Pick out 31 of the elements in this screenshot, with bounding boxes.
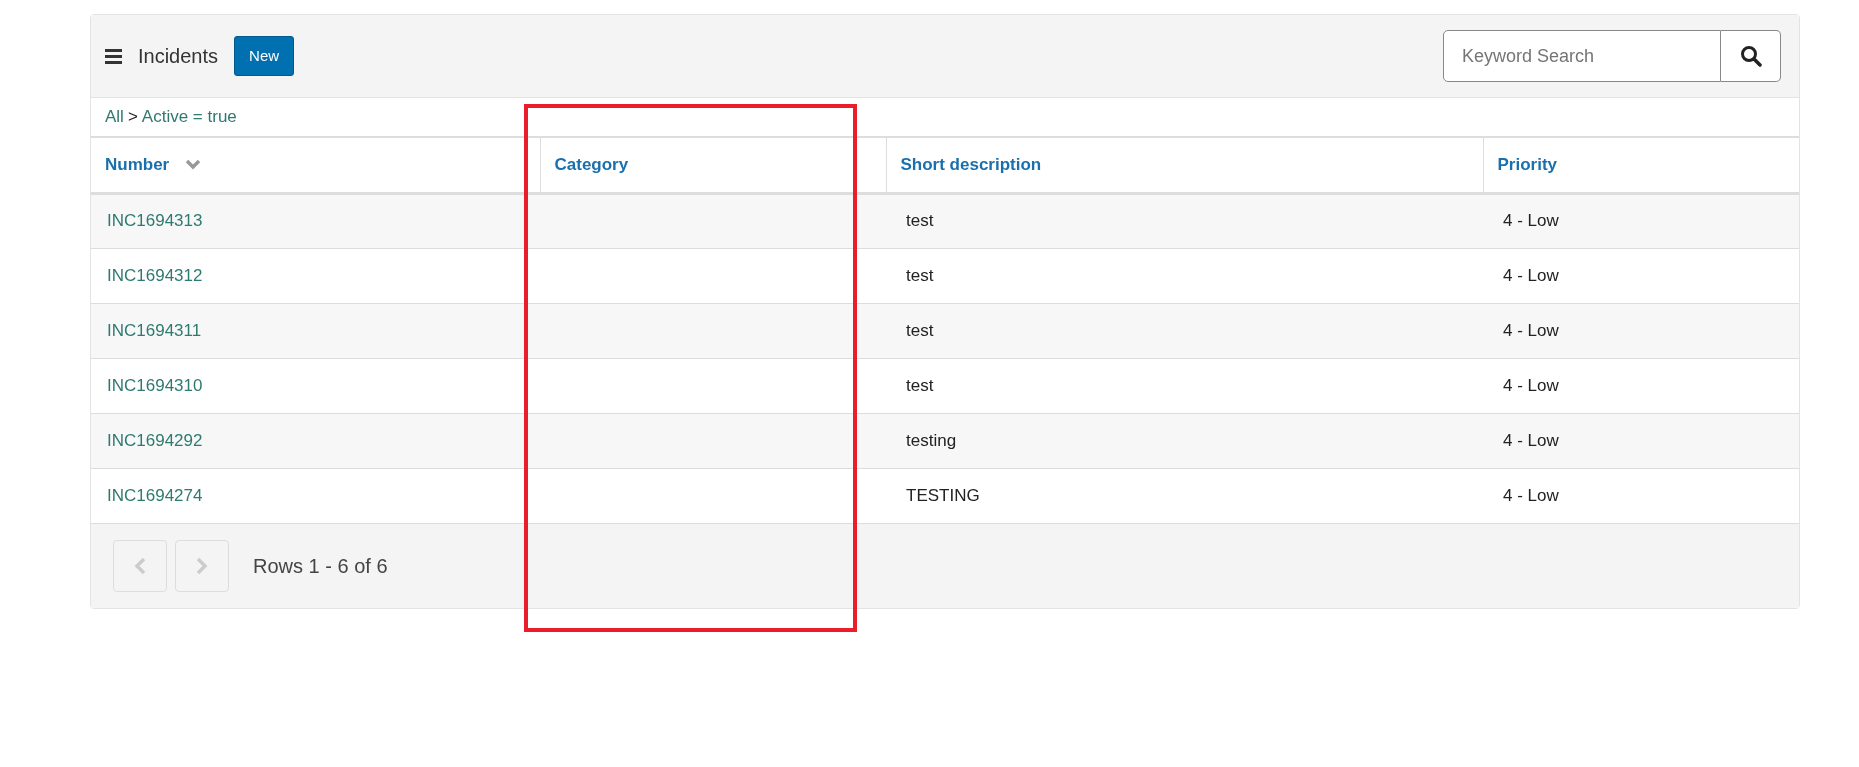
table-cell: 4 - Low bbox=[1503, 375, 1559, 395]
list-title: Incidents bbox=[138, 44, 219, 69]
table-cell: test bbox=[906, 265, 934, 285]
table-cell: test bbox=[906, 211, 934, 231]
menu-icon[interactable] bbox=[105, 48, 122, 64]
table-cell: 4 - Low bbox=[1503, 320, 1559, 340]
record-link[interactable]: INC1694312 bbox=[107, 265, 203, 285]
row-count: Rows 1 - 6 of 6 bbox=[253, 553, 388, 579]
table-cell: test bbox=[906, 375, 934, 395]
chevron-right-icon bbox=[196, 556, 208, 575]
search-button[interactable] bbox=[1721, 30, 1781, 82]
record-link[interactable]: INC1694311 bbox=[107, 320, 202, 340]
breadcrumb-separator: > bbox=[127, 106, 138, 129]
breadcrumb-link[interactable]: All bbox=[105, 104, 124, 130]
record-link[interactable]: INC1694292 bbox=[107, 430, 203, 450]
table-cell: test bbox=[906, 320, 934, 340]
chevron-left-icon bbox=[134, 556, 146, 575]
table-cell: TESTING bbox=[906, 485, 980, 505]
chevron-down-icon bbox=[185, 159, 202, 171]
search-icon bbox=[1739, 45, 1762, 67]
breadcrumb-link[interactable]: Active = true bbox=[141, 104, 237, 130]
table-cell: 4 - Low bbox=[1503, 430, 1559, 450]
table-cell: 4 - Low bbox=[1503, 211, 1559, 231]
table-cell: 4 - Low bbox=[1503, 485, 1559, 505]
table-cell: 4 - Low bbox=[1503, 265, 1559, 285]
new-button[interactable]: New bbox=[234, 35, 295, 77]
record-link[interactable]: INC1694310 bbox=[107, 375, 203, 395]
record-link[interactable]: INC1694274 bbox=[107, 485, 203, 505]
record-link[interactable]: INC1694313 bbox=[107, 211, 203, 231]
search-field[interactable]: Keyword Search bbox=[1443, 30, 1721, 82]
table-cell: testing bbox=[906, 430, 957, 450]
